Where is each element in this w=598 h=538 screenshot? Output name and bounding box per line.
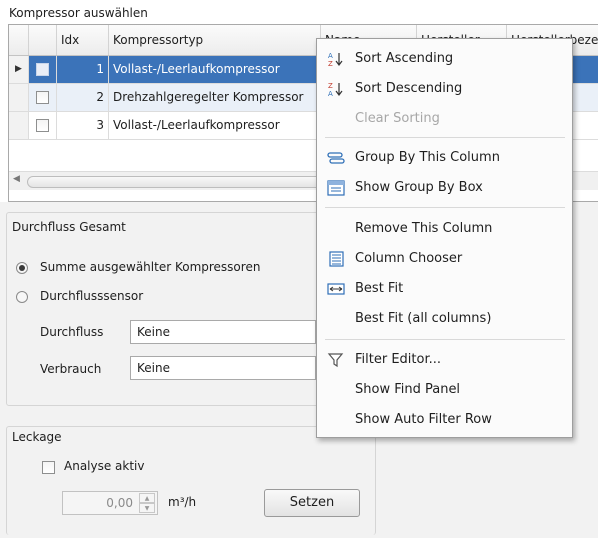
menu-item-label: Sort Descending [355,81,463,96]
cell-kompressortyp: Vollast-/Leerlaufkompressor [109,56,321,83]
analyse-checkbox[interactable] [42,461,55,474]
column-header-idx[interactable]: Idx [57,25,109,55]
menu-item-sort-descending[interactable]: Z A Sort Descending [317,74,572,104]
leak-group-title: Leckage [12,430,62,444]
checkbox-header[interactable] [29,25,57,55]
svg-text:Z: Z [328,82,333,90]
row-checkbox[interactable] [36,91,49,104]
analyse-label[interactable]: Analyse aktiv [64,459,145,473]
consumption-combobox[interactable]: Keine [130,356,316,380]
row-checkbox-cell [29,56,57,83]
menu-separator [325,137,565,138]
svg-text:A: A [328,52,333,60]
menu-item-label: Column Chooser [355,251,463,266]
menu-separator [325,207,565,208]
sort-descending-icon: Z A [328,82,343,97]
svg-text:Z: Z [328,60,333,67]
radio-sum-compressors[interactable] [16,262,28,274]
menu-item-label: Show Group By Box [355,180,483,195]
menu-item-label: Best Fit (all columns) [355,311,492,326]
menu-item-show-auto-filter-row[interactable]: Show Auto Filter Row [317,405,572,435]
menu-item-label: Show Auto Filter Row [355,412,492,427]
cell-idx: 2 [57,84,109,111]
menu-item-label: Group By This Column [355,150,500,165]
leak-unit: m³/h [168,495,197,509]
flow-group-title: Durchfluss Gesamt [12,220,126,234]
cell-idx: 1 [57,56,109,83]
menu-separator [325,339,565,340]
leak-value-spinner[interactable]: 0,00 ▲ ▼ [62,491,158,515]
cell-kompressortyp: Drehzahlgeregelter Kompressor [109,84,321,111]
scroll-left-icon[interactable]: ◀ [13,174,20,184]
svg-text:A: A [328,90,333,97]
menu-item-show-find-panel[interactable]: Show Find Panel [317,375,572,405]
scrollbar-thumb[interactable] [27,176,329,188]
menu-item-column-chooser[interactable]: Column Chooser [317,244,572,274]
flow-combobox[interactable]: Keine [130,320,316,344]
row-checkbox-cell [29,84,57,111]
row-indicator: ▶ [9,56,29,83]
menu-item-label: Filter Editor... [355,352,442,367]
sort-ascending-icon: A Z [328,52,343,67]
menu-item-label: Sort Ascending [355,51,454,66]
menu-item-remove-column[interactable]: Remove This Column [317,214,572,244]
radio-flow-sensor[interactable] [16,291,28,303]
group-box-icon [327,180,345,196]
column-context-menu: A Z Sort Ascending Z A Sort Descending C… [316,38,573,438]
row-indicator-header [9,25,29,55]
row-checkbox-cell [29,112,57,139]
row-checkbox[interactable] [36,119,49,132]
spin-down-icon[interactable]: ▼ [139,503,155,513]
menu-item-show-group-by-box[interactable]: Show Group By Box [317,173,572,203]
menu-item-label: Show Find Panel [355,382,461,397]
menu-item-group-by-column[interactable]: Group By This Column [317,143,572,173]
group-by-icon [327,152,345,164]
column-header-kompressortyp[interactable]: Kompressortyp [109,25,321,55]
radio-sum-label[interactable]: Summe ausgewählter Kompressoren [40,260,260,274]
current-row-arrow-icon: ▶ [15,64,22,74]
menu-item-best-fit-all[interactable]: Best Fit (all columns) [317,304,572,334]
menu-item-label: Remove This Column [355,221,493,236]
menu-item-filter-editor[interactable]: Filter Editor... [317,345,572,375]
spin-up-icon[interactable]: ▲ [139,493,155,503]
menu-item-sort-ascending[interactable]: A Z Sort Ascending [317,44,572,74]
menu-item-label: Best Fit [355,281,404,296]
menu-item-clear-sorting[interactable]: Clear Sorting [317,104,572,134]
cell-idx: 3 [57,112,109,139]
set-button[interactable]: Setzen [264,489,360,517]
menu-item-label: Clear Sorting [355,111,440,126]
menu-item-best-fit[interactable]: Best Fit [317,274,572,304]
radio-sensor-label[interactable]: Durchflusssensor [40,289,143,303]
section-title: Kompressor auswählen [9,6,148,20]
leak-value: 0,00 [106,496,133,510]
filter-icon [327,353,344,368]
column-chooser-icon [329,251,344,267]
cell-kompressortyp: Vollast-/Leerlaufkompressor [109,112,321,139]
consumption-label: Verbrauch [40,362,102,376]
row-checkbox[interactable] [36,63,49,76]
flow-label: Durchfluss [40,325,104,339]
best-fit-icon [327,283,345,295]
